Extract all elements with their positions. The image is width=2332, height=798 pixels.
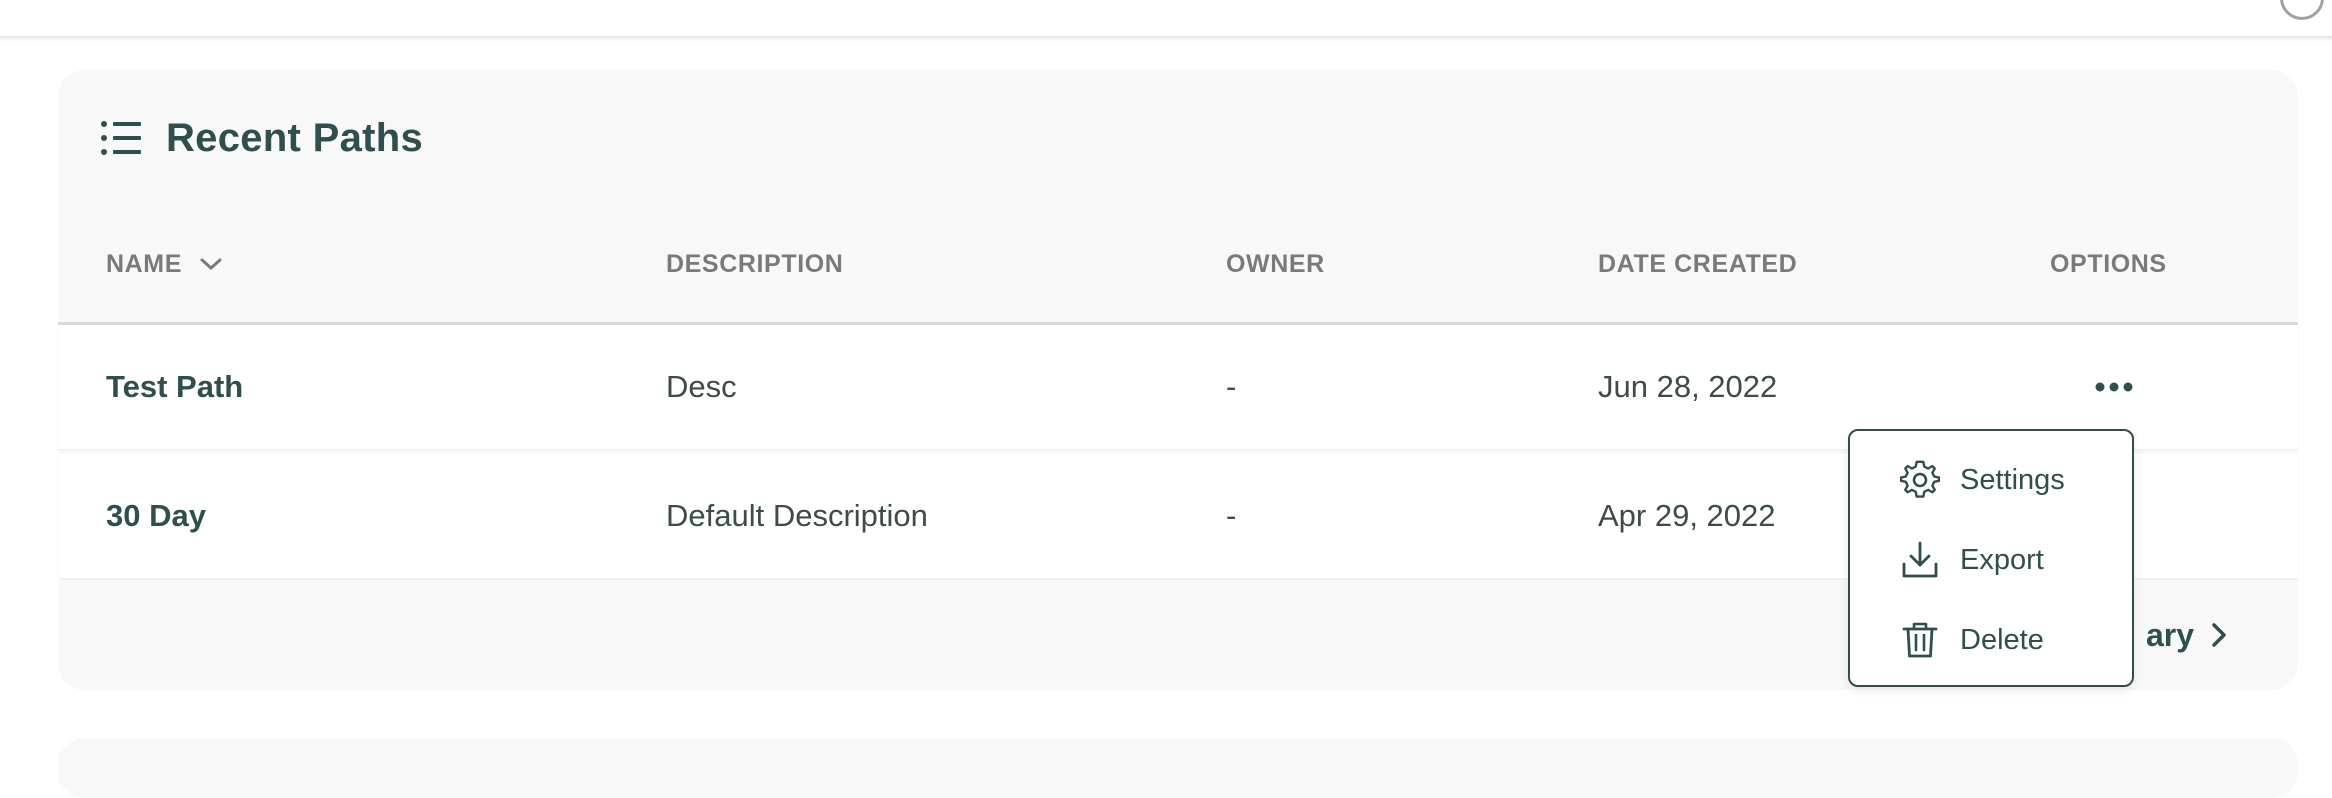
list-icon (101, 121, 141, 155)
path-name[interactable]: 30 Day (106, 454, 206, 578)
options-button[interactable] (2086, 365, 2142, 409)
column-header-name[interactable]: NAME (106, 242, 224, 286)
card-title: Recent Paths (166, 115, 424, 160)
column-header-date-created: DATE CREATED (1598, 249, 1798, 278)
column-header-description: DESCRIPTION (666, 249, 844, 278)
column-header-options: OPTIONS (2050, 249, 2167, 278)
menu-item-settings[interactable]: Settings (1900, 455, 2065, 505)
view-library-link-label: ary (2145, 616, 2194, 653)
path-name[interactable]: Test Path (106, 325, 243, 449)
next-card (58, 738, 2298, 798)
top-navigation-bar (0, 0, 2332, 37)
path-date-created: Jun 28, 2022 (1598, 369, 1778, 404)
download-icon (1902, 541, 1938, 578)
menu-item-delete[interactable]: Delete (1900, 615, 2044, 665)
path-date-created: Apr 29, 2022 (1598, 498, 1776, 533)
chevron-right-icon (2212, 623, 2226, 647)
menu-item-settings-label: Settings (1960, 463, 2065, 496)
column-header-owner: OWNER (1226, 249, 1325, 278)
path-owner: - (1226, 498, 1237, 533)
menu-item-delete-label: Delete (1960, 623, 2044, 656)
menu-item-export-label: Export (1960, 543, 2044, 576)
view-library-link[interactable]: ary (2146, 610, 2228, 660)
path-description: Desc (666, 369, 737, 404)
trash-icon (1902, 622, 1938, 658)
more-horizontal-icon[interactable] (2094, 381, 2134, 393)
options-dropdown-menu: Settings Export Delete (1848, 429, 2134, 687)
path-description: Default Description (666, 498, 928, 533)
card-header: Recent Paths (100, 110, 423, 166)
gear-icon (1900, 460, 1940, 498)
column-header-name-label: NAME (106, 249, 183, 278)
path-owner: - (1226, 369, 1237, 404)
menu-item-export[interactable]: Export (1900, 535, 2044, 585)
user-avatar[interactable] (2280, 0, 2324, 20)
chevron-down-icon[interactable] (198, 255, 224, 273)
